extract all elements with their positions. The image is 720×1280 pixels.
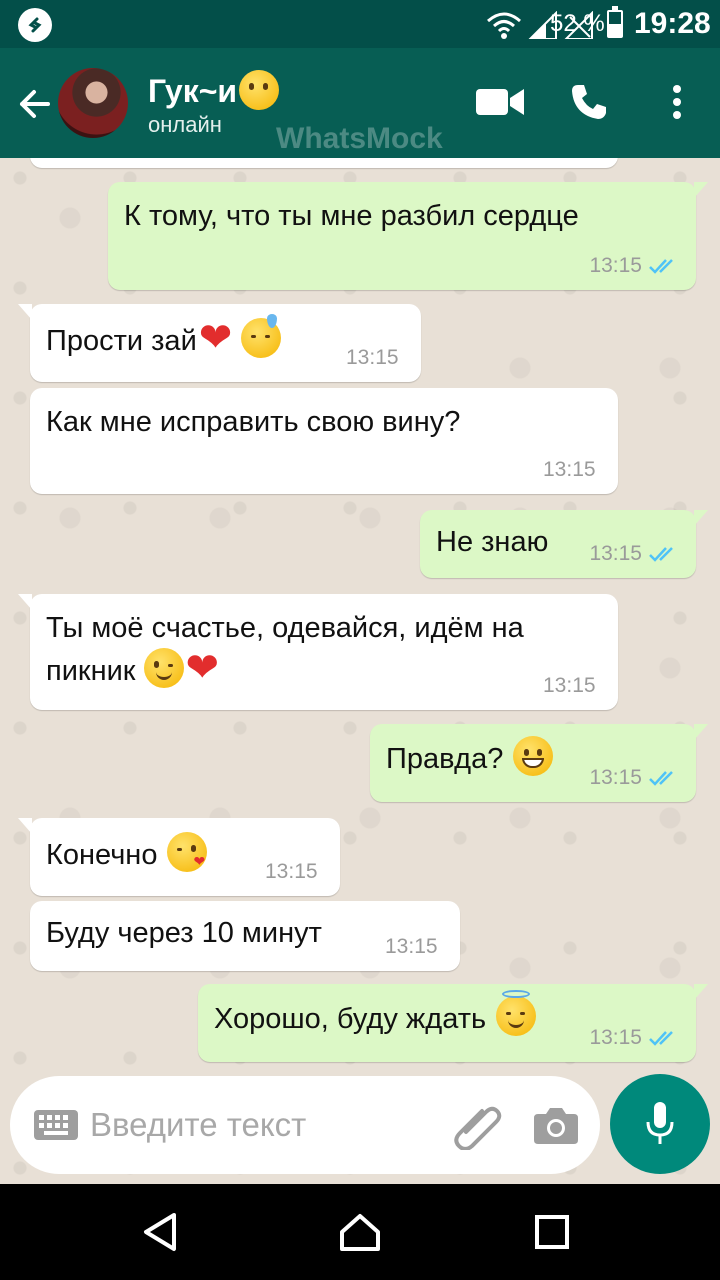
phone-icon[interactable] xyxy=(564,80,614,124)
message-bubble-incoming[interactable]: Как мне исправить свою вину? 13:15 xyxy=(30,388,618,494)
message-input-bar[interactable]: Введите текст xyxy=(10,1076,600,1174)
message-bubble-outgoing[interactable]: К тому, что ты мне разбил сердце 13:15 xyxy=(108,182,708,290)
message-bubble-incoming[interactable]: Конечно ❤ 13:15 xyxy=(18,818,340,896)
winking-face-icon xyxy=(143,648,184,688)
downcast-sweat-face-icon xyxy=(240,314,281,358)
message-text: Буду через 10 минут xyxy=(46,917,322,949)
message-text: Как мне исправить свою вину? xyxy=(46,406,461,438)
microphone-icon xyxy=(646,1102,674,1144)
message-time: 13:15 xyxy=(589,254,642,277)
nav-home-icon[interactable] xyxy=(336,1208,384,1256)
double-check-icon xyxy=(649,771,673,786)
nav-recents-icon[interactable] xyxy=(528,1208,576,1256)
kiss-face-icon: ❤ xyxy=(167,832,208,872)
message-bubble-incoming[interactable]: Ты моё счастье, одевайся, идём на пикник… xyxy=(18,594,618,710)
message-text: Правда? xyxy=(386,736,554,779)
kiss-face-icon xyxy=(239,70,280,110)
keyboard-icon[interactable] xyxy=(34,1110,78,1145)
message-time: 13:15 xyxy=(589,1026,642,1049)
message-time: 13:15 xyxy=(265,860,318,883)
red-heart-icon xyxy=(199,318,239,358)
status-clock: 19:28 xyxy=(634,7,711,40)
battery-percent: 52 % xyxy=(550,10,605,37)
message-text: Не знаю xyxy=(436,526,549,558)
shazam-icon xyxy=(18,8,52,42)
nav-back-icon[interactable] xyxy=(136,1208,184,1256)
status-bar: 52 % 19:28 xyxy=(0,0,720,48)
watermark: WhatsMock xyxy=(276,122,443,155)
message-time: 13:15 xyxy=(543,458,596,481)
chat-header: Гук~и онлайн WhatsMock xyxy=(0,48,720,158)
message-bubble-partial xyxy=(30,158,618,168)
message-time: 13:15 xyxy=(589,542,642,565)
system-nav-bar xyxy=(0,1184,720,1280)
double-check-icon xyxy=(649,1031,673,1046)
message-bubble-outgoing[interactable]: Хорошо, буду ждать 13:15 xyxy=(198,984,708,1062)
video-call-icon[interactable] xyxy=(475,80,525,124)
double-check-icon xyxy=(649,259,673,274)
battery-icon xyxy=(607,6,623,38)
message-bubble-outgoing[interactable]: Правда? 13:15 xyxy=(370,724,708,802)
message-text: К тому, что ты мне разбил сердце xyxy=(124,200,579,232)
message-bubble-outgoing[interactable]: Не знаю 13:15 xyxy=(420,510,708,578)
message-time: 13:15 xyxy=(543,674,596,697)
message-time: 13:15 xyxy=(346,346,399,369)
message-text: Ты моё счастье, одевайся, идём на пикник xyxy=(46,608,586,691)
back-arrow-icon[interactable] xyxy=(14,84,54,124)
red-heart-icon xyxy=(186,648,226,688)
attachment-icon[interactable] xyxy=(452,1102,502,1155)
message-time: 13:15 xyxy=(589,766,642,789)
camera-icon[interactable] xyxy=(534,1106,578,1149)
message-bubble-incoming[interactable]: Прости зай 13:15 xyxy=(18,304,421,382)
message-time: 13:15 xyxy=(385,935,438,958)
message-text: Хорошо, буду ждать xyxy=(214,990,537,1039)
wifi-icon xyxy=(487,12,521,39)
halo-face-icon xyxy=(496,990,537,1036)
message-bubble-incoming[interactable]: Буду через 10 минут 13:15 xyxy=(30,901,460,971)
chat-area[interactable]: К тому, что ты мне разбил сердце 13:15 П… xyxy=(0,158,720,1184)
message-input[interactable]: Введите текст xyxy=(90,1106,306,1144)
message-text: Прости зай xyxy=(46,314,281,361)
message-text: Конечно ❤ xyxy=(46,832,208,875)
grinning-face-icon xyxy=(513,736,554,776)
more-vert-icon[interactable] xyxy=(652,80,702,124)
contact-avatar[interactable] xyxy=(58,68,128,138)
double-check-icon xyxy=(649,547,673,562)
microphone-button[interactable] xyxy=(610,1074,710,1174)
contact-status: онлайн xyxy=(148,112,222,137)
contact-name[interactable]: Гук~и xyxy=(148,70,280,110)
